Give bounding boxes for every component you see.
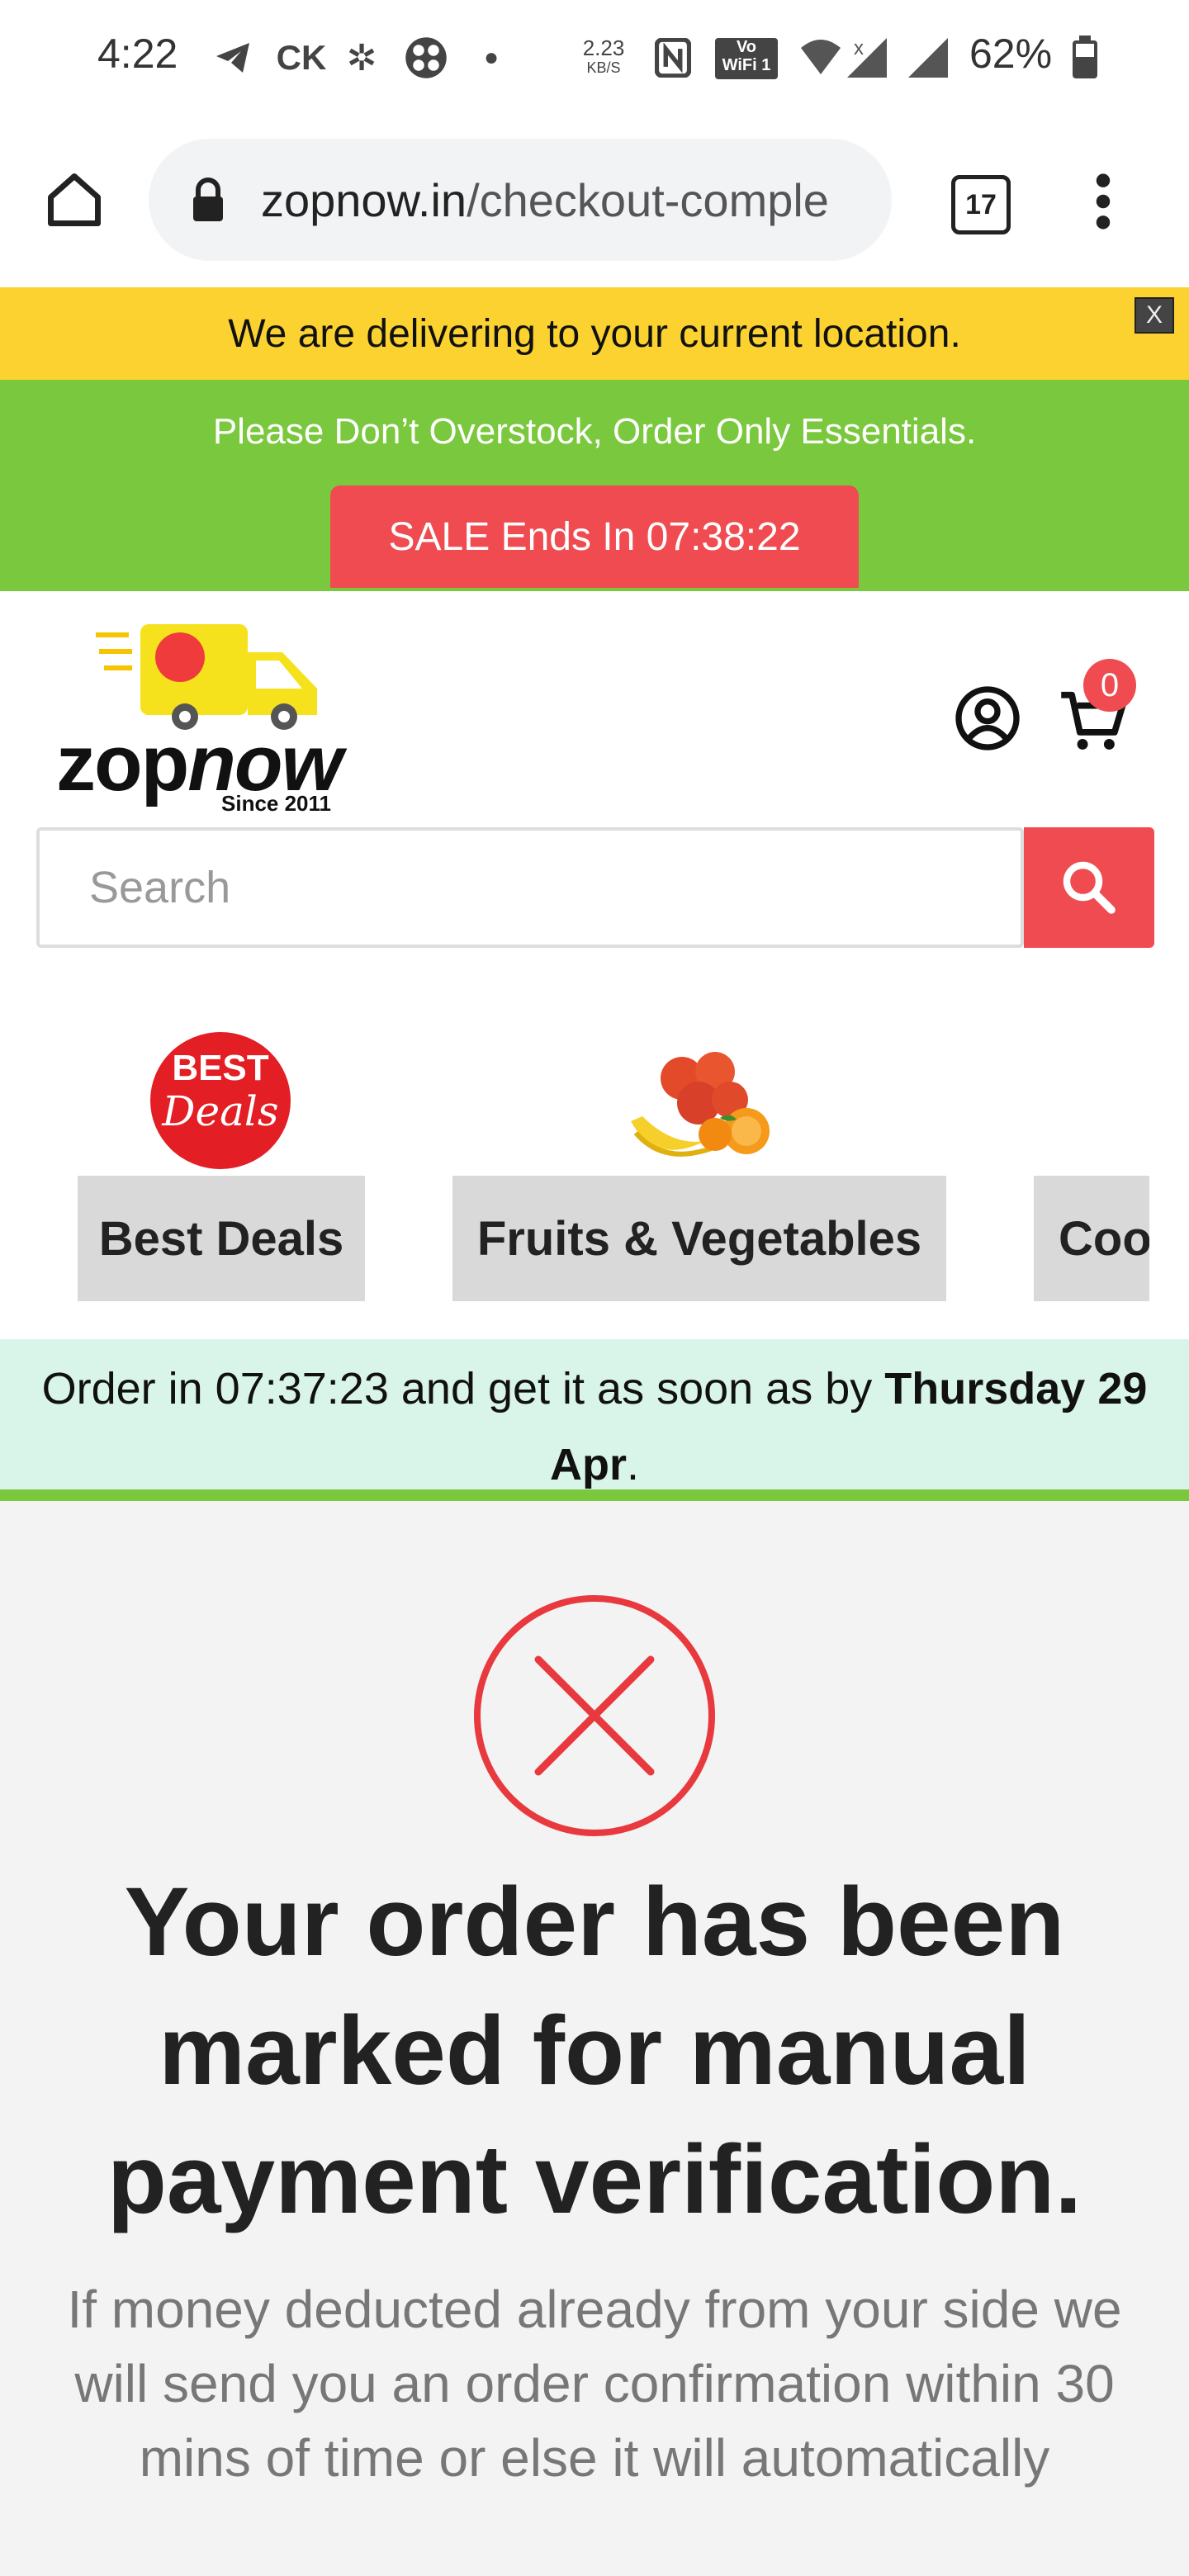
close-banner-button[interactable]: X (1135, 297, 1174, 334)
svg-text:x: x (854, 37, 864, 59)
location-banner-text: We are delivering to your current locati… (228, 311, 961, 356)
vowifi-bottom: WiFi 1 (722, 56, 771, 74)
telegram-icon (208, 33, 258, 83)
sparkle-icon: ✲ (346, 37, 377, 78)
search-button[interactable] (1024, 827, 1154, 948)
vowifi-icon: Vo WiFi 1 (715, 38, 778, 79)
url-text[interactable]: zopnow.in/checkout-comple (261, 173, 864, 227)
overflow-menu-icon[interactable] (1087, 170, 1120, 233)
category-best-deals[interactable]: Best Deals (78, 1176, 365, 1301)
nfc-icon (652, 33, 694, 83)
wifi-signal-icon: x (796, 33, 895, 83)
lock-icon (190, 177, 226, 223)
error-x-icon (472, 1593, 717, 1838)
strip-divider (0, 1489, 1189, 1501)
logo-text-plain: zop (56, 719, 189, 807)
sale-countdown[interactable]: SALE Ends In 07:38:22 (330, 485, 859, 588)
fruits-icon[interactable] (623, 1042, 776, 1166)
sale-countdown-text: SALE Ends In 07:38:22 (388, 514, 801, 559)
category-label: Coo (1059, 1211, 1149, 1266)
carrier-badge: CK (276, 38, 327, 77)
net-speed-unit: KB/S (586, 59, 621, 76)
battery-percent: 62% (969, 31, 1053, 77)
notification-dot-icon: ● (483, 44, 500, 71)
cart-count-badge: 0 (1083, 659, 1136, 712)
net-speed-value: 2.23 (582, 36, 625, 60)
best-deals-badge-top: BEST (172, 1048, 269, 1088)
order-status-title: Your order has been marked for manual pa… (107, 1868, 1082, 2234)
category-fruits-vegetables[interactable]: Fruits & Vegetables (452, 1176, 946, 1301)
status-time: 4:22 (97, 31, 178, 77)
best-deals-icon[interactable]: BEST Deals (150, 1032, 291, 1169)
vowifi-top: Vo (736, 38, 757, 56)
home-icon[interactable] (43, 168, 106, 231)
category-label: Best Deals (98, 1211, 344, 1266)
tab-switcher-button[interactable]: 17 (951, 175, 1011, 234)
search-icon (1063, 861, 1116, 914)
battery-icon (1068, 33, 1101, 83)
cell-signal-icon (903, 33, 953, 83)
close-banner-label: X (1145, 301, 1163, 329)
url-path: /checkout-comple (467, 174, 829, 226)
logo-since: Since 2011 (221, 791, 331, 816)
delivery-estimate-text: Order in 07:37:23 and get it as soon as … (0, 1351, 1189, 1503)
account-icon[interactable] (955, 685, 1021, 751)
overstock-notice: Please Don’t Overstock, Order Only Essen… (212, 411, 977, 452)
location-banner: We are delivering to your current locati… (0, 287, 1189, 380)
best-deals-badge-bottom: Deals (162, 1087, 279, 1135)
url-host: zopnow.in (261, 174, 467, 226)
category-label: Fruits & Vegetables (476, 1211, 922, 1266)
category-partial[interactable]: Coo (1034, 1176, 1149, 1301)
order-status-message: If money deducted already from your side… (67, 2280, 1122, 2488)
search-placeholder: Search (89, 863, 231, 912)
net-speed: 2.23 KB/S (575, 36, 632, 78)
delivery-suffix: . (626, 1440, 639, 1489)
app-grid-icon (401, 33, 451, 83)
delivery-prefix: Order in 07:37:23 and get it as soon as … (41, 1364, 885, 1413)
